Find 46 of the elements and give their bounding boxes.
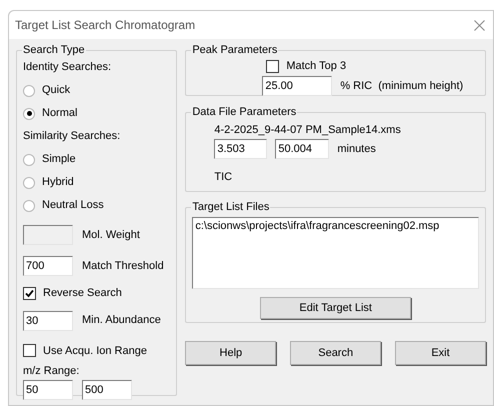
checkbox[interactable]: [266, 60, 280, 72]
input-field[interactable]: 50.004: [275, 139, 330, 159]
file-list[interactable]: c:\scionws\projects\ifra\fragrancescreening02.msp: [192, 217, 479, 289]
field-label: % RIC (minimum height): [340, 78, 464, 94]
close-icon[interactable]: [474, 20, 485, 30]
field-label: Mol. Weight: [82, 228, 140, 243]
checkbox[interactable]: [23, 344, 36, 358]
input-field[interactable]: 30: [23, 310, 73, 330]
group-title: Target List Files: [191, 200, 270, 214]
radio-button[interactable]: [23, 84, 35, 96]
radio-option[interactable]: Quick: [23, 79, 170, 102]
file-name: 4-2-2025_9-44-07 PM_Sample14.xms: [214, 123, 402, 138]
dialog-button[interactable]: Exit: [395, 341, 486, 365]
radio-button[interactable]: [23, 108, 35, 120]
checkbox-label: Reverse Search: [43, 286, 122, 301]
radio-button[interactable]: [23, 154, 35, 166]
field-label: m/z Range:: [23, 364, 80, 378]
radio-option[interactable]: Normal: [23, 102, 170, 125]
window-title: Target List Search Chromatogram: [15, 17, 196, 34]
radio-option[interactable]: Neutral Loss: [23, 194, 170, 217]
radio-button[interactable]: [23, 200, 35, 212]
input-field[interactable]: 50: [23, 380, 73, 400]
checkbox-label: Use Acqu. Ion Range: [43, 344, 147, 358]
radio-option[interactable]: Hybrid: [23, 171, 170, 194]
group-title: Peak Parameters: [191, 43, 278, 57]
unit-label: minutes: [337, 142, 376, 157]
field-label: Match Threshold: [82, 258, 164, 274]
dialog-button[interactable]: Search: [290, 341, 382, 365]
group-title: Data File Parameters: [191, 105, 298, 119]
radio-button[interactable]: [23, 176, 35, 188]
checkbox-label: Match Top 3: [286, 58, 346, 74]
input-field[interactable]: 700: [23, 256, 73, 276]
radio-option[interactable]: Simple: [23, 148, 170, 171]
trace-label: TIC: [214, 170, 234, 185]
group-title: Search Type: [22, 43, 86, 57]
checkbox[interactable]: [23, 286, 36, 300]
check-icon: [25, 288, 34, 298]
list-item[interactable]: c:\scionws\projects\ifra\fragrancescreening02.msp: [195, 218, 476, 234]
input-field[interactable]: 3.503: [214, 139, 268, 159]
input-field[interactable]: 500: [82, 380, 132, 400]
edit-target-list-button[interactable]: Edit Target List: [260, 297, 412, 319]
dialog-button[interactable]: Help: [185, 341, 276, 365]
section-label: Identity Searches:: [23, 60, 112, 75]
section-label: Similarity Searches:: [23, 129, 122, 144]
input-field[interactable]: 25.00: [262, 76, 332, 96]
field-label: Min. Abundance: [82, 313, 161, 328]
